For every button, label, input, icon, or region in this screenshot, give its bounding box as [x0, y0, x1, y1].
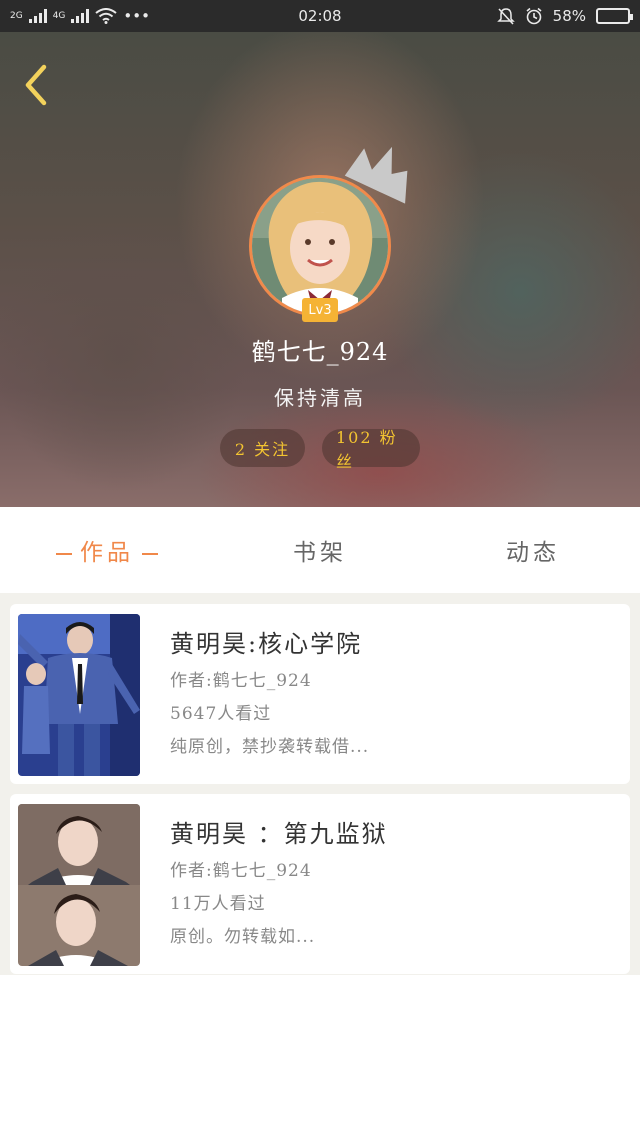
silent-bell-icon: [496, 8, 515, 25]
cover-image: [18, 614, 140, 776]
signature: 保持清高: [274, 386, 366, 410]
work-info: 黄明昊:核心学院 作者:鹤七七_924 5647人看过 纯原创，禁抄袭转载借..…: [170, 624, 616, 757]
work-info: 黄明昊 ：第九监狱 作者:鹤七七_924 11万人看过 原创。勿转载如...: [170, 814, 616, 947]
work-title: 黄明昊:核心学院: [170, 630, 363, 658]
alarm-icon: [526, 7, 542, 25]
empty-area: [0, 975, 640, 1138]
work-author: 作者:鹤七七_924: [170, 861, 312, 881]
network-type-4g: 4G: [52, 10, 66, 21]
status-left: 2G 4G •••: [10, 7, 150, 25]
tab-bookshelf-label: 书架: [293, 540, 347, 566]
avatar[interactable]: [249, 175, 391, 317]
profile-tabs: 作品 书架 动态: [0, 507, 640, 593]
status-bar: 2G 4G ••• 02:08 58%: [0, 0, 640, 32]
signal-icon: [28, 9, 47, 23]
avatar-image: [252, 178, 388, 314]
work-description: 原创。勿转载如...: [170, 927, 316, 947]
tab-indicator-left: [56, 553, 72, 555]
back-button[interactable]: [14, 60, 58, 110]
battery-icon: [596, 8, 633, 24]
network-type-2g: 2G: [10, 10, 23, 21]
tab-activity-label: 动态: [506, 540, 560, 566]
work-views: 11万人看过: [170, 894, 266, 914]
battery-percent: 58%: [552, 7, 586, 25]
signal-icon: [71, 9, 90, 23]
book-cover: [18, 614, 140, 776]
work-card[interactable]: 黄明昊 ：第九监狱 作者:鹤七七_924 11万人看过 原创。勿转载如...: [10, 794, 630, 974]
following-button[interactable]: 2 关注: [220, 429, 305, 467]
username: 鹤七七_924: [251, 338, 389, 366]
chevron-left-icon: [25, 64, 47, 106]
fans-button[interactable]: 102 粉丝: [322, 428, 420, 471]
status-right: 58%: [496, 7, 633, 25]
works-list: 黄明昊:核心学院 作者:鹤七七_924 5647人看过 纯原创，禁抄袭转载借..…: [0, 593, 640, 975]
profile-stats: 2 关注 102 粉丝: [220, 428, 420, 471]
work-views: 5647人看过: [170, 704, 272, 724]
book-cover: [18, 804, 140, 966]
tab-works[interactable]: 作品: [0, 533, 214, 567]
more-dots: •••: [123, 7, 150, 25]
work-description: 纯原创，禁抄袭转载借...: [170, 737, 370, 757]
tab-bookshelf[interactable]: 书架: [214, 533, 426, 567]
work-title: 黄明昊 ：第九监狱: [170, 820, 388, 848]
work-card[interactable]: 黄明昊:核心学院 作者:鹤七七_924 5647人看过 纯原创，禁抄袭转载借..…: [10, 604, 630, 784]
tab-indicator-right: [142, 553, 158, 555]
profile-screen: 2G 4G ••• 02:08 58% Lv3 鹤七七_924 保持清高 2 关…: [0, 0, 640, 1138]
work-author: 作者:鹤七七_924: [170, 671, 312, 691]
profile-header: Lv3 鹤七七_924 保持清高 2 关注 102 粉丝: [0, 32, 640, 507]
cover-image: [18, 804, 140, 966]
wifi-icon: [95, 8, 118, 24]
tab-works-label: 作品: [80, 540, 134, 566]
level-badge: Lv3: [302, 298, 338, 322]
tab-activity[interactable]: 动态: [426, 533, 640, 567]
